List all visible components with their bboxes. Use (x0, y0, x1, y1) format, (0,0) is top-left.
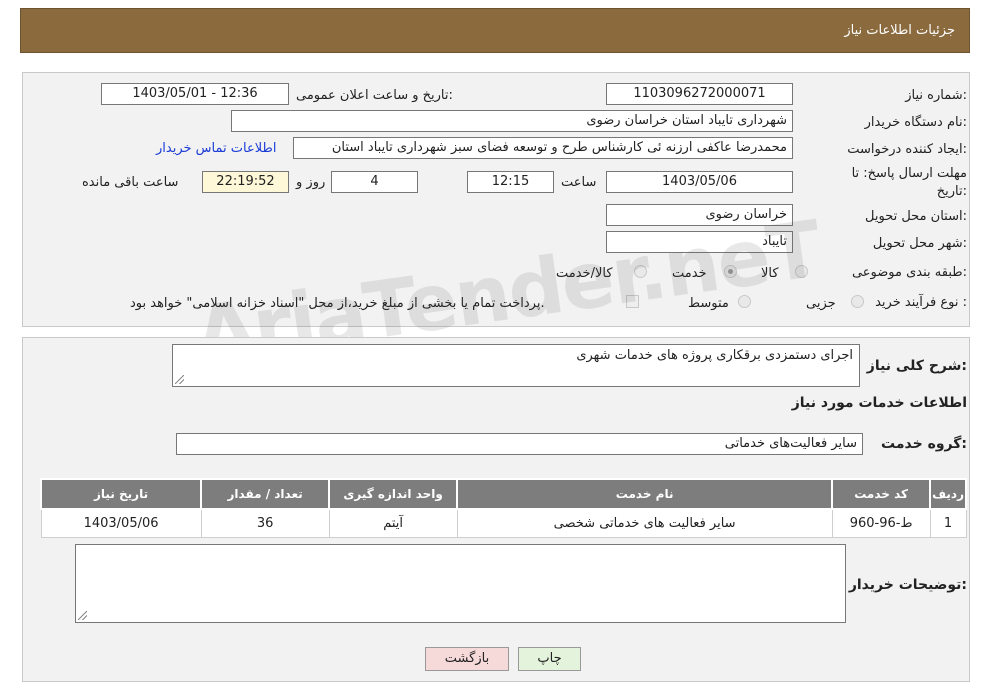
col-need-date: تاریخ نیاز (39, 478, 203, 510)
deadline-time-field[interactable]: 12:15 (467, 171, 554, 193)
page-header: جزئیات اطلاعات نیاز (20, 8, 970, 53)
back-button[interactable]: بازگشت (425, 647, 509, 671)
buyer-notes-label: توضیحات خریدار: (848, 577, 967, 593)
col-service-code: کد خدمت (831, 478, 932, 510)
category-service-radio[interactable] (724, 265, 737, 278)
city-field[interactable]: تایباد (606, 231, 793, 253)
cell-service-name: سایر فعالیت های خدماتی شخصی (456, 508, 833, 538)
process-type-label: نوع فرآیند خرید : (875, 295, 967, 310)
service-group-field[interactable]: سایر فعالیت‌های خدماتی (176, 433, 863, 455)
announce-date-label: تاریخ و ساعت اعلان عمومی: (296, 88, 453, 103)
category-goods-service-label: کالا/خدمت (556, 266, 613, 281)
category-goods-label: کالا (761, 266, 779, 281)
summary-label: شرح کلی نیاز: (866, 358, 967, 374)
services-section-title: اطلاعات خدمات مورد نیاز (791, 395, 967, 411)
cell-unit: آیتم (328, 508, 458, 538)
category-goods-radio[interactable] (795, 265, 808, 278)
table-row: 1 ط-96-960 سایر فعالیت های خدماتی شخصی آ… (40, 508, 967, 538)
process-minor-label: جزیی (806, 296, 836, 311)
process-medium-label: متوسط (688, 296, 729, 311)
cell-quantity: 36 (200, 508, 330, 538)
category-label: طبقه بندی موضوعی: (851, 265, 967, 280)
cell-service-code: ط-96-960 (831, 508, 931, 538)
buyer-notes-textarea[interactable] (75, 544, 846, 623)
process-minor-radio[interactable] (851, 295, 864, 308)
treasury-payment-checkbox[interactable] (626, 295, 639, 308)
deadline-time-label: ساعت (561, 175, 597, 190)
col-unit: واحد اندازه گیری (328, 478, 459, 510)
process-medium-radio[interactable] (738, 295, 751, 308)
col-quantity: تعداد / مقدار (200, 478, 331, 510)
summary-text: اجرای دستمزدی برقکاری پروژه های خدمات شه… (576, 348, 853, 363)
days-remaining-field[interactable]: 4 (331, 171, 418, 193)
col-service-name: نام خدمت (456, 478, 834, 510)
page-title: جزئیات اطلاعات نیاز (844, 23, 955, 38)
cell-need-date: 1403/05/06 (40, 508, 202, 538)
need-number-field[interactable]: 1103096272000071 (606, 83, 793, 105)
buyer-org-field[interactable]: شهرداری تایباد استان خراسان رضوی (231, 110, 793, 132)
days-label: روز و (296, 175, 326, 190)
service-group-label: گروه خدمت: (881, 436, 967, 452)
remaining-time-field[interactable]: 22:19:52 (202, 171, 289, 193)
print-button[interactable]: چاپ (518, 647, 581, 671)
table-header-row: ردیف کد خدمت نام خدمت واحد اندازه گیری ت… (39, 478, 967, 510)
buyer-contact-link[interactable]: اطلاعات تماس خریدار (156, 141, 276, 156)
treasury-payment-note: پرداخت تمام یا بخشی از مبلغ خرید،از محل … (130, 296, 545, 311)
announce-date-field[interactable]: 1403/05/01 - 12:36 (101, 83, 289, 105)
province-field[interactable]: خراسان رضوی (606, 204, 793, 226)
col-row-number: ردیف (929, 478, 967, 510)
need-number-label: شماره نیاز: (905, 88, 967, 103)
category-service-label: خدمت (672, 266, 707, 281)
remaining-time-label: ساعت باقی مانده (82, 175, 179, 190)
cell-row-number: 1 (929, 508, 967, 538)
services-table: ردیف کد خدمت نام خدمت واحد اندازه گیری ت… (39, 478, 967, 538)
resize-grip-icon[interactable] (175, 375, 184, 384)
deadline-label-line2: تاریخ: (936, 184, 967, 199)
summary-textarea[interactable]: اجرای دستمزدی برقکاری پروژه های خدمات شه… (172, 344, 860, 387)
category-goods-service-radio[interactable] (634, 265, 647, 278)
requester-field[interactable]: محمدرضا عاکفی ارزنه ئی کارشناس طرح و توس… (293, 137, 793, 159)
requester-label: ایجاد کننده درخواست: (847, 142, 967, 157)
city-label: شهر محل تحویل: (872, 236, 967, 251)
resize-grip-icon[interactable] (78, 611, 87, 620)
province-label: استان محل تحویل: (865, 209, 967, 224)
deadline-date-field[interactable]: 1403/05/06 (606, 171, 793, 193)
buyer-org-label: نام دستگاه خریدار: (864, 115, 967, 130)
deadline-label-line1: مهلت ارسال پاسخ: تا (851, 166, 967, 181)
